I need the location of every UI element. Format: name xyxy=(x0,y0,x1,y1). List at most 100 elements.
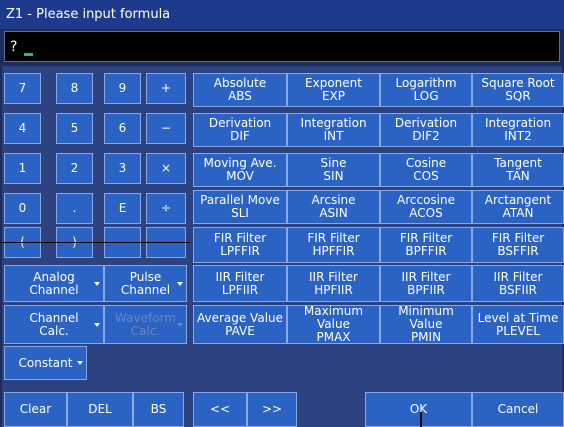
channel-calc-button[interactable]: Channel Calc. xyxy=(4,305,104,344)
key-divide[interactable]: ÷ xyxy=(146,193,186,224)
key-9[interactable]: 9 xyxy=(104,73,141,104)
function-abs-button[interactable]: Absolute ABS xyxy=(193,73,287,107)
function-exp-button[interactable]: Exponent EXP xyxy=(287,73,380,107)
function-sin-button[interactable]: Sine SIN xyxy=(287,153,380,187)
constant-button[interactable]: Constant xyxy=(4,346,87,380)
channel-calc-label-2: Calc. xyxy=(39,323,69,338)
chevron-down-icon xyxy=(177,322,183,327)
function-bsfiir-button[interactable]: IIR Filter BSFIIR xyxy=(472,265,564,302)
function-code: EXP xyxy=(321,89,346,103)
function-log-button[interactable]: Logarithm LOG xyxy=(380,73,472,107)
function-code: PLEVEL xyxy=(496,323,540,338)
function-acos-button[interactable]: Arccosine ACOS xyxy=(380,190,472,224)
channel-calc-label-1: Channel xyxy=(29,310,79,325)
function-tan-button[interactable]: Tangent TAN xyxy=(472,153,564,187)
pulse-channel-button[interactable]: Pulse Channel xyxy=(104,265,187,302)
function-bsffir-button[interactable]: FIR Filter BSFFIR xyxy=(472,227,564,263)
function-name: Maximum Value xyxy=(303,304,364,331)
analog-channel-label-1: Analog xyxy=(33,269,75,284)
key-6[interactable]: 6 xyxy=(104,113,141,144)
function-pmax-button[interactable]: Maximum Value PMAX xyxy=(287,305,380,344)
function-atan-button[interactable]: Arctangent ATAN xyxy=(472,190,564,224)
function-dif2-button[interactable]: Derivation DIF2 xyxy=(380,113,472,147)
function-name: IIR Filter xyxy=(309,269,358,284)
key-7[interactable]: 7 xyxy=(4,73,41,104)
delete-button[interactable]: DEL xyxy=(67,392,133,427)
function-code: COS xyxy=(413,169,439,183)
cancel-button[interactable]: Cancel xyxy=(472,392,564,427)
function-int2-button[interactable]: Integration INT2 xyxy=(472,113,564,147)
function-plevel-button[interactable]: Level at Time PLEVEL xyxy=(472,305,564,344)
function-code: ABS xyxy=(228,89,252,103)
function-int-button[interactable]: Integration INT xyxy=(287,113,380,147)
function-name: Level at Time xyxy=(477,310,559,325)
function-code: DIF2 xyxy=(412,129,440,143)
function-pave-button[interactable]: Average Value PAVE xyxy=(193,305,287,344)
function-pmin-button[interactable]: Minimum Value PMIN xyxy=(380,305,472,344)
key-0[interactable]: 0 xyxy=(4,193,41,224)
function-code: LPFFIR xyxy=(220,244,260,258)
key-2[interactable]: 2 xyxy=(56,153,93,184)
key-decimal[interactable]: . xyxy=(56,193,93,224)
function-sqr-button[interactable]: Square Root SQR xyxy=(472,73,564,107)
function-code: SQR xyxy=(505,89,531,103)
function-code: BSFIIR xyxy=(499,282,537,297)
key-exponent-e[interactable]: E xyxy=(104,193,141,224)
formula-input[interactable]: ? xyxy=(4,31,560,62)
function-code: PMAX xyxy=(316,330,351,344)
function-hpffir-button[interactable]: FIR Filter HPFFIR xyxy=(287,227,380,263)
function-lpffir-button[interactable]: FIR Filter LPFFIR xyxy=(193,227,287,263)
analog-channel-label-2: Channel xyxy=(29,282,79,297)
dialog-title: Z1 - Please input formula xyxy=(0,0,564,29)
key-8[interactable]: 8 xyxy=(56,73,93,104)
function-code: MOV xyxy=(226,169,254,183)
formula-prompt: ? xyxy=(10,39,18,55)
key-4[interactable]: 4 xyxy=(4,113,41,144)
waveform-calc-label-1: Waveform xyxy=(115,310,176,325)
key-plus[interactable]: + xyxy=(146,73,186,104)
function-code: HPFIIR xyxy=(314,282,353,297)
clear-button[interactable]: Clear xyxy=(4,392,67,427)
callout-leader-line xyxy=(420,412,422,427)
function-code: INT2 xyxy=(504,129,532,143)
cursor-right-button[interactable]: >> xyxy=(247,392,297,427)
function-mov-button[interactable]: Moving Ave. MOV xyxy=(193,153,287,187)
analog-channel-button[interactable]: Analog Channel xyxy=(4,265,104,302)
function-sli-button[interactable]: Parallel Move SLI xyxy=(193,190,287,224)
ok-button[interactable]: OK xyxy=(365,392,472,427)
function-bpffir-button[interactable]: FIR Filter BPFFIR xyxy=(380,227,472,263)
function-code: ATAN xyxy=(502,206,534,220)
function-name: Minimum Value xyxy=(398,304,454,331)
chevron-down-icon xyxy=(94,322,100,327)
function-code: LOG xyxy=(413,89,439,103)
backspace-button[interactable]: BS xyxy=(133,392,184,427)
cursor-left-button[interactable]: << xyxy=(193,392,247,427)
function-code: SLI xyxy=(231,206,249,220)
key-3[interactable]: 3 xyxy=(104,153,141,184)
function-asin-button[interactable]: Arcsine ASIN xyxy=(287,190,380,224)
key-minus[interactable]: − xyxy=(146,113,186,144)
function-code: PMIN xyxy=(410,330,442,344)
function-code: BSFFIR xyxy=(497,244,539,258)
callout-leader-line xyxy=(0,242,190,243)
key-1[interactable]: 1 xyxy=(4,153,41,184)
function-code: HPFFIR xyxy=(312,244,355,258)
function-cos-button[interactable]: Cosine COS xyxy=(380,153,472,187)
chevron-down-icon xyxy=(177,281,183,286)
function-code: ASIN xyxy=(319,206,348,220)
waveform-calc-button[interactable]: Waveform Calc. xyxy=(104,305,187,344)
pulse-channel-label-1: Pulse xyxy=(129,269,162,284)
constant-label: Constant xyxy=(18,355,73,370)
function-code: ACOS xyxy=(409,206,443,220)
function-code: TAN xyxy=(506,169,530,183)
function-bpfiir-button[interactable]: IIR Filter BPFIIR xyxy=(380,265,472,302)
function-lpfiir-button[interactable]: IIR Filter LPFIIR xyxy=(193,265,287,302)
key-5[interactable]: 5 xyxy=(56,113,93,144)
function-code: BPFFIR xyxy=(405,244,447,258)
function-name: IIR Filter xyxy=(401,269,451,284)
function-dif-button[interactable]: Derivation DIF xyxy=(193,113,287,147)
function-code: PAVE xyxy=(225,323,255,338)
key-multiply[interactable]: × xyxy=(146,153,186,184)
function-hpfiir-button[interactable]: IIR Filter HPFIIR xyxy=(287,265,380,302)
function-name: Average Value xyxy=(196,310,284,325)
